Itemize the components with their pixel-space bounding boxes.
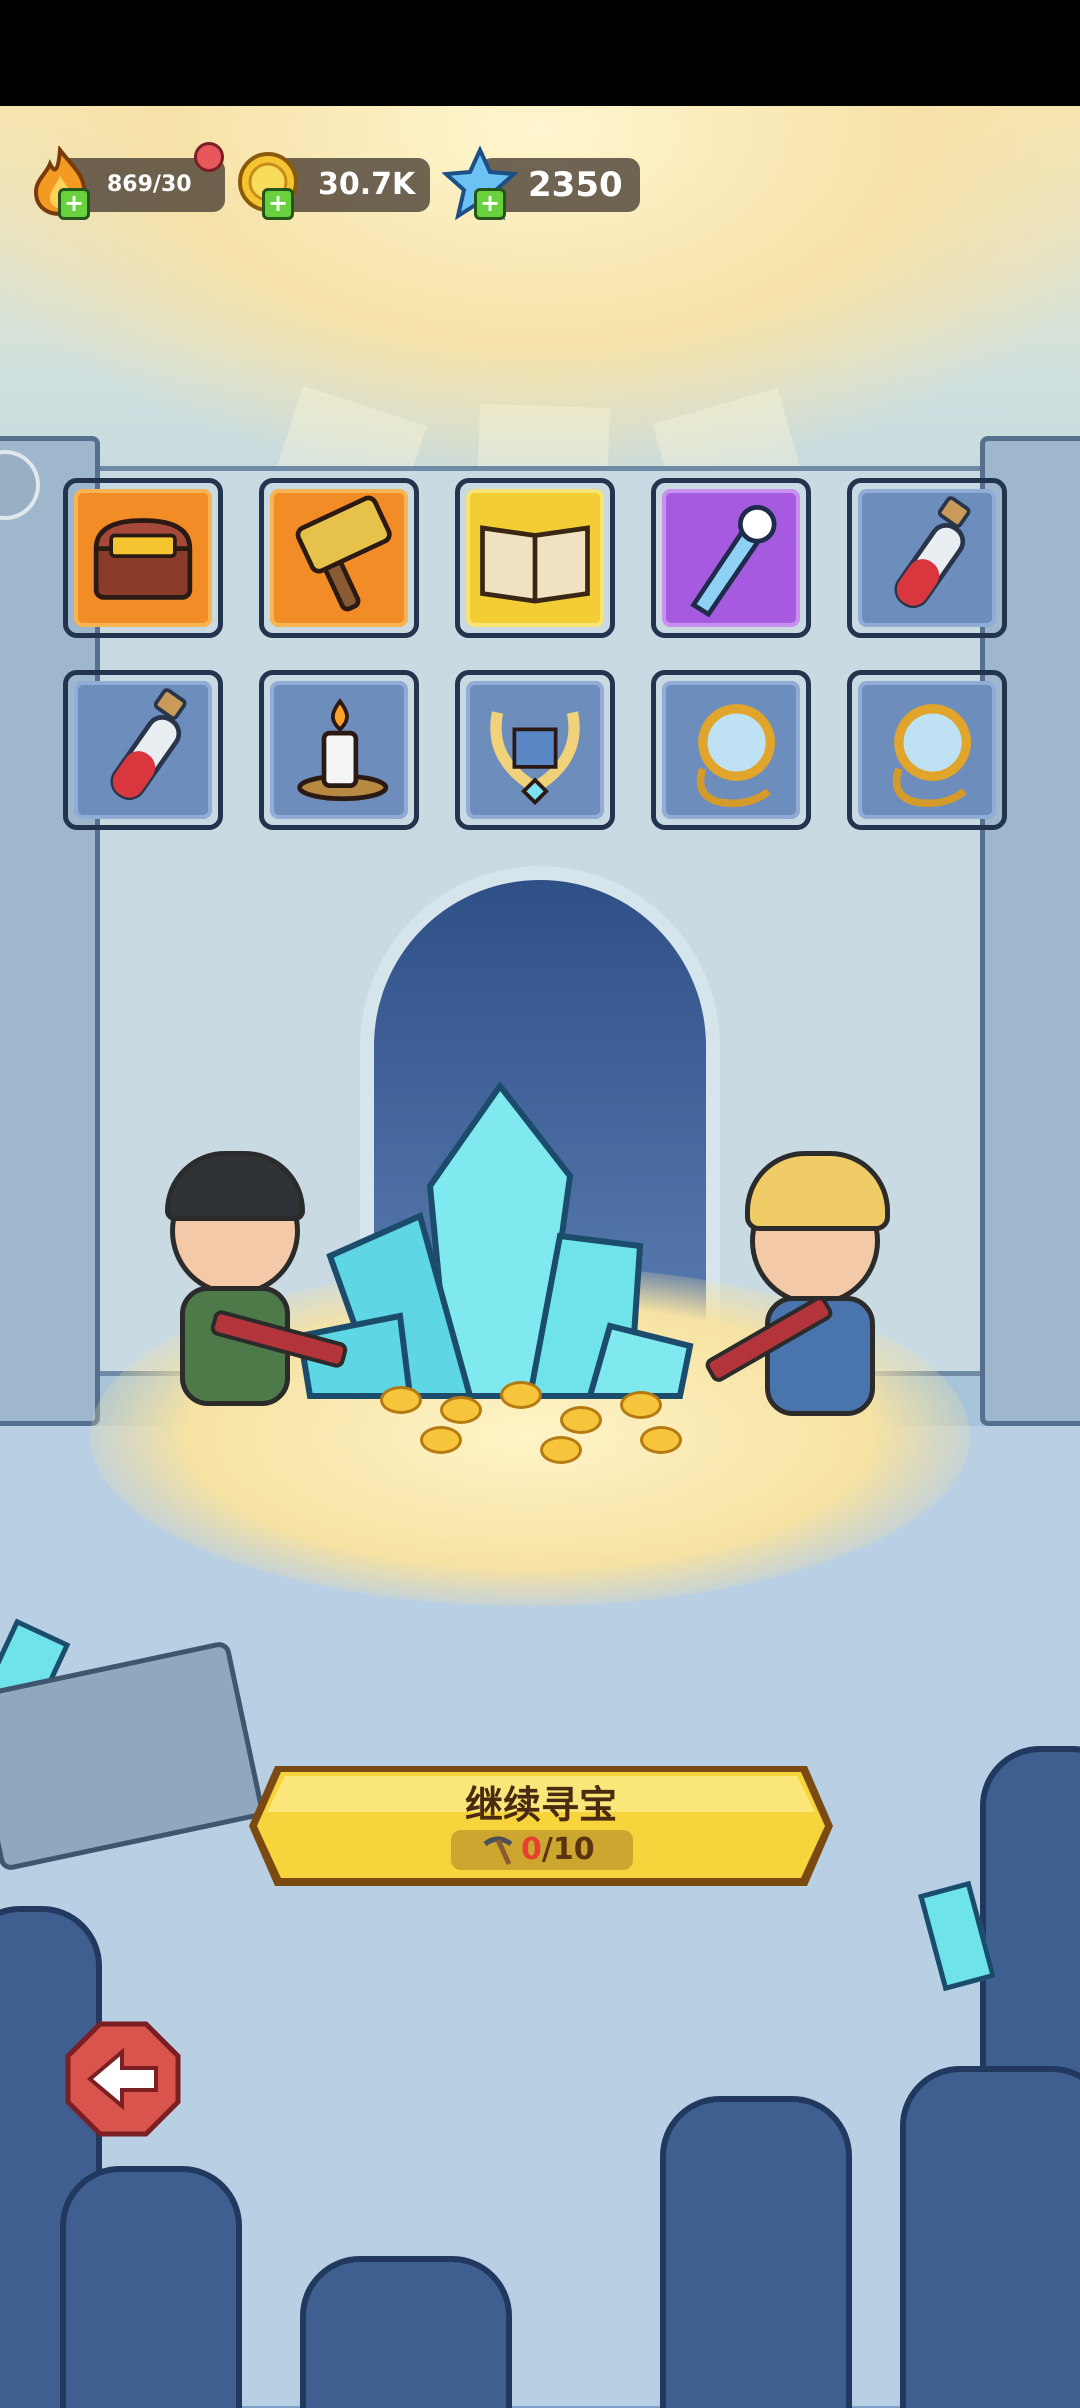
reward-slot-red-potion[interactable]: [63, 670, 223, 830]
crystal-pile: [296, 1080, 694, 1399]
coin-value: 30.7K: [318, 167, 416, 202]
status-bar: [0, 0, 1080, 106]
candle-icon: [297, 698, 389, 802]
miner-character-right: [702, 1136, 920, 1416]
character-hair: [745, 1151, 890, 1231]
button-label: 继续寻宝: [464, 1783, 617, 1827]
continue-treasure-hunt-button[interactable]: 继续寻宝 0/10: [245, 1762, 837, 1890]
pickaxe-icon: [483, 1836, 513, 1866]
reward-slot-magnifier-mirror[interactable]: [847, 670, 1007, 830]
gold-coin: [500, 1381, 542, 1409]
gold-coin: [380, 1386, 422, 1414]
miner-character-left: [150, 1146, 350, 1406]
rock: [980, 1746, 1080, 2118]
rock: [60, 2166, 242, 2408]
spell-book-icon: [480, 525, 590, 604]
reward-slot-spell-book[interactable]: [455, 478, 615, 638]
add-coins-button[interactable]: +: [262, 188, 294, 220]
rock: [660, 2096, 852, 2408]
pickaxe-progress: 0/10: [451, 1830, 633, 1870]
lyre-icon: [490, 711, 580, 806]
rock: [900, 2066, 1080, 2408]
gold-coin: [620, 1391, 662, 1419]
treasure-chest-icon: [93, 518, 193, 600]
progress-current: 0: [521, 1832, 542, 1867]
gold-coin: [440, 1396, 482, 1424]
reward-slot-magnifier-mirror[interactable]: [651, 670, 811, 830]
red-potion-icon: [894, 496, 971, 608]
energy-value: 869/30: [107, 172, 192, 197]
progress-total: /10: [541, 1832, 595, 1867]
add-gems-button[interactable]: +: [474, 188, 506, 220]
hammer-icon: [295, 495, 392, 612]
magnifier-mirror-icon: [892, 704, 972, 807]
add-energy-button[interactable]: +: [58, 188, 90, 220]
gold-coin: [640, 1426, 682, 1454]
reward-slot-ice-sword[interactable]: [651, 478, 811, 638]
progress-text: 0/10: [521, 1832, 595, 1867]
reward-slot-red-potion[interactable]: [847, 478, 1007, 638]
gold-coin: [560, 1406, 602, 1434]
gold-coin: [420, 1426, 462, 1454]
ice-sword-icon: [690, 505, 777, 618]
magnifier-mirror-icon: [696, 704, 776, 807]
rock: [300, 2256, 512, 2408]
resource-bar: 869/30 + 30.7K + 2350 +: [0, 142, 1080, 221]
notification-dot: [194, 142, 224, 172]
back-arrow-icon[interactable]: [64, 2020, 182, 2138]
red-potion-icon: [110, 688, 187, 800]
reward-slot-hammer[interactable]: [259, 478, 419, 638]
reward-slot-treasure-chest[interactable]: [63, 478, 223, 638]
gem-value: 2350: [528, 165, 623, 205]
character-hair: [165, 1151, 305, 1221]
reward-slot-lyre[interactable]: [455, 670, 615, 830]
reward-slot-candle[interactable]: [259, 670, 419, 830]
gold-coin: [540, 1436, 582, 1464]
